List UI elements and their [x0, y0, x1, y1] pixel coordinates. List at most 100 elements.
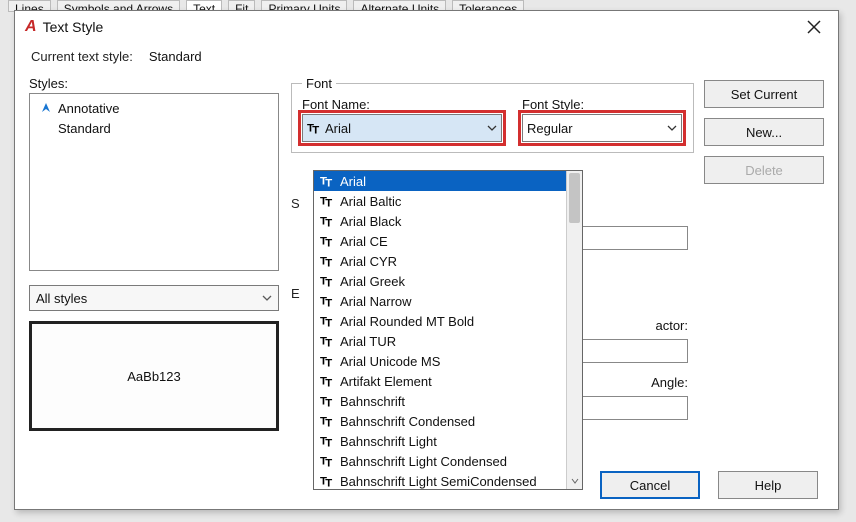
svg-text:T: T [325, 397, 332, 408]
oblique-angle-label-suffix: Angle: [651, 375, 688, 390]
font-option[interactable]: TT Arial [314, 171, 582, 191]
font-option-label: Arial Narrow [340, 294, 412, 309]
dialog-title: Text Style [43, 19, 800, 35]
effects-group-prefix: E [291, 286, 300, 301]
current-style-label: Current text style: [31, 49, 133, 64]
font-option[interactable]: TT Arial TUR [314, 331, 582, 351]
current-style-value: Standard [149, 49, 202, 64]
font-option[interactable]: TT Bahnschrift Light SemiCondensed [314, 471, 582, 490]
dropdown-scrollbar[interactable] [566, 171, 582, 489]
font-option[interactable]: TT Arial Unicode MS [314, 351, 582, 371]
chevron-down-icon [667, 123, 677, 133]
styles-label: Styles: [29, 76, 279, 91]
svg-text:T: T [325, 357, 332, 368]
style-item-label: Standard [58, 121, 111, 136]
truetype-icon: TT [320, 474, 334, 488]
font-option-label: Arial Unicode MS [340, 354, 440, 369]
font-option[interactable]: TTArial Rounded MT Bold [314, 311, 582, 331]
style-item-standard[interactable]: Standard [36, 118, 272, 138]
svg-text:T: T [325, 197, 332, 208]
font-style-label: Font Style: [522, 97, 682, 112]
annotative-icon [40, 102, 52, 114]
truetype-icon: TT [320, 294, 334, 308]
font-group-label: Font [302, 76, 336, 91]
scroll-thumb[interactable] [569, 173, 580, 223]
truetype-icon: TT [320, 394, 334, 408]
font-option-label: Bahnschrift Light Condensed [340, 454, 507, 469]
font-option[interactable]: TT Artifakt Element [314, 371, 582, 391]
svg-text:T: T [325, 417, 332, 428]
svg-text:T: T [325, 237, 332, 248]
preview-text: AaBb123 [127, 369, 181, 384]
new-button[interactable]: New... [704, 118, 824, 146]
font-option-label: Arial [340, 174, 366, 189]
truetype-icon: TT [320, 314, 334, 328]
truetype-icon: TT [320, 174, 334, 188]
styles-listbox[interactable]: Annotative Standard [29, 93, 279, 271]
font-option-label: Arial CE [340, 234, 388, 249]
svg-text:T: T [325, 177, 332, 188]
font-style-value: Regular [527, 121, 573, 136]
truetype-icon: TT [320, 374, 334, 388]
font-option-label: Arial CYR [340, 254, 397, 269]
svg-text:T: T [325, 377, 332, 388]
svg-text:T: T [325, 217, 332, 228]
truetype-icon: TT [320, 194, 334, 208]
svg-text:T: T [325, 317, 332, 328]
set-current-button[interactable]: Set Current [704, 80, 824, 108]
svg-text:T: T [325, 437, 332, 448]
font-option-label: Arial TUR [340, 334, 396, 349]
close-icon [807, 20, 821, 34]
titlebar: A Text Style [15, 11, 838, 43]
cancel-button[interactable]: Cancel [600, 471, 700, 499]
font-option-label: Bahnschrift [340, 394, 405, 409]
svg-text:T: T [325, 297, 332, 308]
svg-text:T: T [325, 257, 332, 268]
close-button[interactable] [800, 13, 828, 41]
truetype-icon: TT [320, 434, 334, 448]
scroll-down-icon[interactable] [567, 473, 582, 489]
width-factor-label-suffix: actor: [655, 318, 688, 333]
font-name-label: Font Name: [302, 97, 502, 112]
truetype-icon: TT [320, 234, 334, 248]
font-option-label: Arial Baltic [340, 194, 401, 209]
truetype-icon: TT [320, 334, 334, 348]
truetype-icon: TT [320, 454, 334, 468]
preview-box: AaBb123 [29, 321, 279, 431]
font-option[interactable]: TT Arial CE [314, 231, 582, 251]
font-option[interactable]: TT Bahnschrift [314, 391, 582, 411]
font-style-combo[interactable]: Regular [522, 114, 682, 142]
svg-text:T: T [312, 124, 319, 135]
font-option-label: Bahnschrift Light SemiCondensed [340, 474, 537, 489]
font-option[interactable]: TT Bahnschrift Light [314, 431, 582, 451]
font-option[interactable]: TTBahnschrift Condensed [314, 411, 582, 431]
font-option-label: Arial Black [340, 214, 401, 229]
font-option-label: Bahnschrift Light [340, 434, 437, 449]
font-group: Font Font Name: TT Arial Font Style: [291, 76, 694, 153]
style-item-label: Annotative [58, 101, 119, 116]
current-style-row: Current text style: Standard [15, 43, 838, 70]
font-option[interactable]: TT Bahnschrift Light Condensed [314, 451, 582, 471]
svg-text:T: T [325, 457, 332, 468]
svg-text:T: T [325, 277, 332, 288]
truetype-icon: TT [320, 214, 334, 228]
font-name-value: Arial [325, 121, 351, 136]
font-option[interactable]: TT Arial Black [314, 211, 582, 231]
font-option[interactable]: TT Arial Baltic [314, 191, 582, 211]
styles-filter-select[interactable]: All styles [29, 285, 279, 311]
font-option[interactable]: TT Arial Narrow [314, 291, 582, 311]
truetype-icon: TT [320, 274, 334, 288]
svg-text:T: T [325, 337, 332, 348]
truetype-icon: TT [320, 414, 334, 428]
font-name-combo[interactable]: TT Arial [302, 114, 502, 142]
font-option[interactable]: TT Arial CYR [314, 251, 582, 271]
truetype-icon: TT [307, 121, 321, 135]
font-option[interactable]: TTArial Greek [314, 271, 582, 291]
font-option-label: Artifakt Element [340, 374, 432, 389]
style-item-annotative[interactable]: Annotative [36, 98, 272, 118]
truetype-icon: TT [320, 254, 334, 268]
truetype-icon: TT [320, 354, 334, 368]
help-button[interactable]: Help [718, 471, 818, 499]
font-name-dropdown[interactable]: TTArialTTArial BalticTTArial BlackTTAria… [313, 170, 583, 490]
chevron-down-icon [487, 123, 497, 133]
